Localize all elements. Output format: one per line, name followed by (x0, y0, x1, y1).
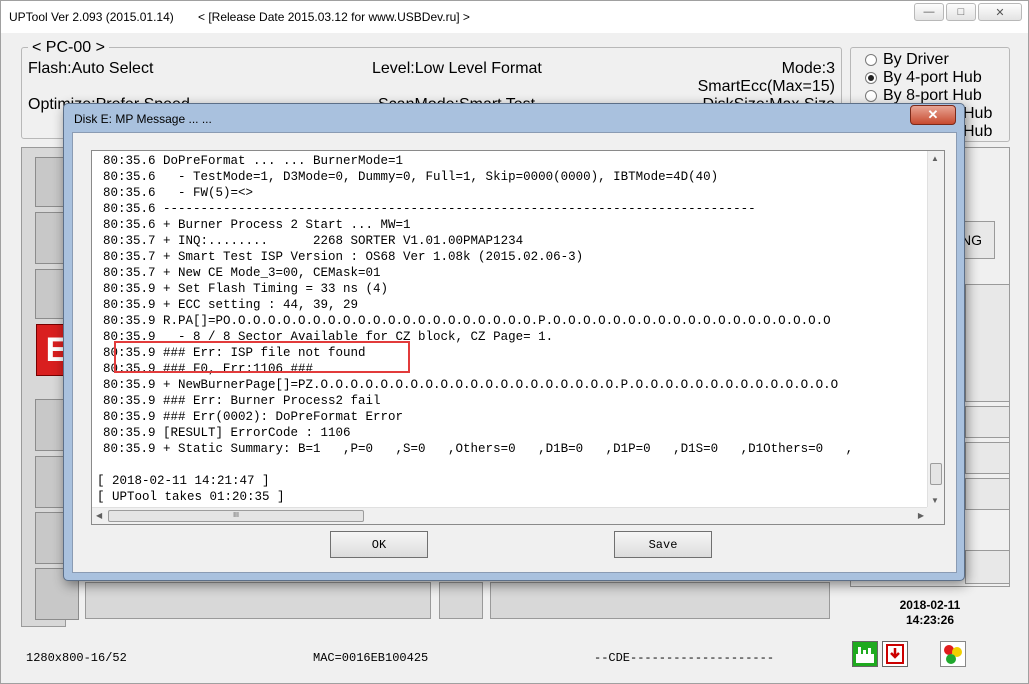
scroll-up-icon[interactable]: ▲ (931, 154, 939, 163)
log-line: 80:35.9 + Set Flash Timing = 33 ns (4) (103, 282, 389, 296)
log-line: 80:35.6 - FW(5)=<> (103, 186, 254, 200)
app-title: UPTool Ver 2.093 (2015.01.14) (9, 10, 174, 24)
dialog-title: Disk E: MP Message ... ... (74, 112, 212, 126)
radio-hub-a[interactable]: Hub (963, 105, 992, 123)
log-textbox[interactable]: 80:35.6 DoPreFormat ... ... BurnerMode=1… (91, 150, 945, 525)
side-button[interactable] (965, 284, 1010, 402)
horizontal-scroll-thumb[interactable]: III (108, 510, 364, 522)
dialog-body: 80:35.6 DoPreFormat ... ... BurnerMode=1… (72, 132, 957, 573)
radio-circle[interactable] (865, 90, 877, 102)
color-dots-icon[interactable] (940, 641, 966, 667)
window-controls: — □ ✕ (914, 3, 1022, 21)
scroll-left-icon[interactable]: ◀ (96, 511, 102, 520)
radio-label: Hub (963, 123, 993, 140)
status-resolution: 1280x800-16/52 (26, 651, 127, 665)
release-date: < [Release Date 2015.03.12 for www.USBDe… (198, 10, 470, 24)
radio-hub-b[interactable]: Hub (963, 123, 992, 141)
clock: 2018-02-11 14:23:26 (869, 598, 991, 628)
radio-label: Hub (963, 105, 993, 122)
flash-label: Flash:Auto Select (28, 60, 154, 77)
scroll-down-icon[interactable]: ▼ (931, 496, 939, 505)
log-line: 80:35.9 [RESULT] ErrorCode : 1106 (103, 426, 351, 440)
save-button[interactable]: Save (614, 531, 712, 558)
log-line: 80:35.7 + New CE Mode_3=00, CEMask=01 (103, 266, 381, 280)
side-button[interactable] (965, 478, 1010, 510)
clock-date: 2018-02-11 (899, 598, 961, 612)
mp-message-dialog: Disk E: MP Message ... ... ✕ 80:35.6 DoP… (63, 103, 965, 581)
log-line: 80:35.6 --------------------------------… (103, 202, 756, 216)
radio-by-4-port-hub[interactable]: By 4-port Hub (865, 69, 982, 87)
side-button[interactable] (965, 442, 1010, 474)
side-button[interactable] (965, 406, 1010, 438)
scroll-corner (927, 507, 944, 524)
log-line: 80:35.7 + Smart Test ISP Version : OS68 … (103, 250, 584, 264)
status-cde: --CDE-------------------- (594, 651, 775, 665)
close-button[interactable]: ✕ (978, 3, 1022, 21)
smartecc-label: SmartEcc(Max=15) (697, 78, 835, 95)
pc-legend: < PC-00 > (28, 39, 109, 57)
radio-label: By Driver (883, 51, 949, 68)
port-button[interactable] (439, 582, 483, 619)
log-line: 80:35.9 + NewBurnerPage[]=PZ.O.O.O.O.O.O… (103, 378, 839, 392)
radio-circle[interactable] (865, 54, 877, 66)
radio-label: By 4-port Hub (883, 69, 982, 86)
download-icon[interactable] (882, 641, 908, 667)
log-line: 80:35.7 + INQ:........ 2268 SORTER V1.01… (103, 234, 524, 248)
scroll-right-icon[interactable]: ▶ (918, 511, 924, 520)
log-content: 80:35.6 DoPreFormat ... ... BurnerMode=1… (92, 151, 928, 508)
log-line: 80:35.6 DoPreFormat ... ... BurnerMode=1 (103, 154, 404, 168)
log-line: 80:35.9 + Static Summary: B=1 ,P=0 ,S=0 … (103, 442, 854, 456)
log-line: 80:35.9 ### Err: Burner Process2 fail (103, 394, 381, 408)
maximize-button[interactable]: □ (946, 3, 976, 21)
minimize-button[interactable]: — (914, 3, 944, 21)
log-line: [ UPTool takes 01:20:35 ] (97, 490, 285, 504)
log-line: 80:35.9 + ECC setting : 44, 39, 29 (103, 298, 359, 312)
log-line: 80:35.6 + Burner Process 2 Start ... MW=… (103, 218, 411, 232)
progress-panel (85, 582, 431, 619)
status-mac: MAC=0016EB100425 (313, 651, 429, 665)
log-line: 80:35.6 - TestMode=1, D3Mode=0, Dummy=0,… (103, 170, 719, 184)
horizontal-scrollbar[interactable]: ◀ III ▶ (92, 507, 928, 524)
radio-by-driver[interactable]: By Driver (865, 51, 949, 69)
title-bar: UPTool Ver 2.093 (2015.01.14) < [Release… (1, 1, 1028, 33)
log-line: 80:35.9 R.PA[]=PO.O.O.O.O.O.O.O.O.O.O.O.… (103, 314, 831, 328)
radio-circle[interactable] (865, 72, 877, 84)
clock-time: 14:23:26 (905, 613, 955, 627)
progress-panel (490, 582, 830, 619)
side-button[interactable] (965, 550, 1010, 584)
ok-button[interactable]: OK (330, 531, 428, 558)
vertical-scroll-thumb[interactable] (930, 463, 942, 485)
mode-label: Mode:3 (781, 60, 835, 77)
log-line: [ 2018-02-11 14:21:47 ] (97, 474, 270, 488)
dialog-close-button[interactable]: ✕ (910, 105, 956, 125)
log-line: 80:35.9 ### Err(0002): DoPreFormat Error (103, 410, 404, 424)
factory-icon[interactable] (852, 641, 878, 667)
error-highlight-box (114, 341, 410, 373)
vertical-scrollbar[interactable]: ▲ ▼ (927, 151, 944, 508)
level-label: Level:Low Level Format (372, 60, 542, 77)
